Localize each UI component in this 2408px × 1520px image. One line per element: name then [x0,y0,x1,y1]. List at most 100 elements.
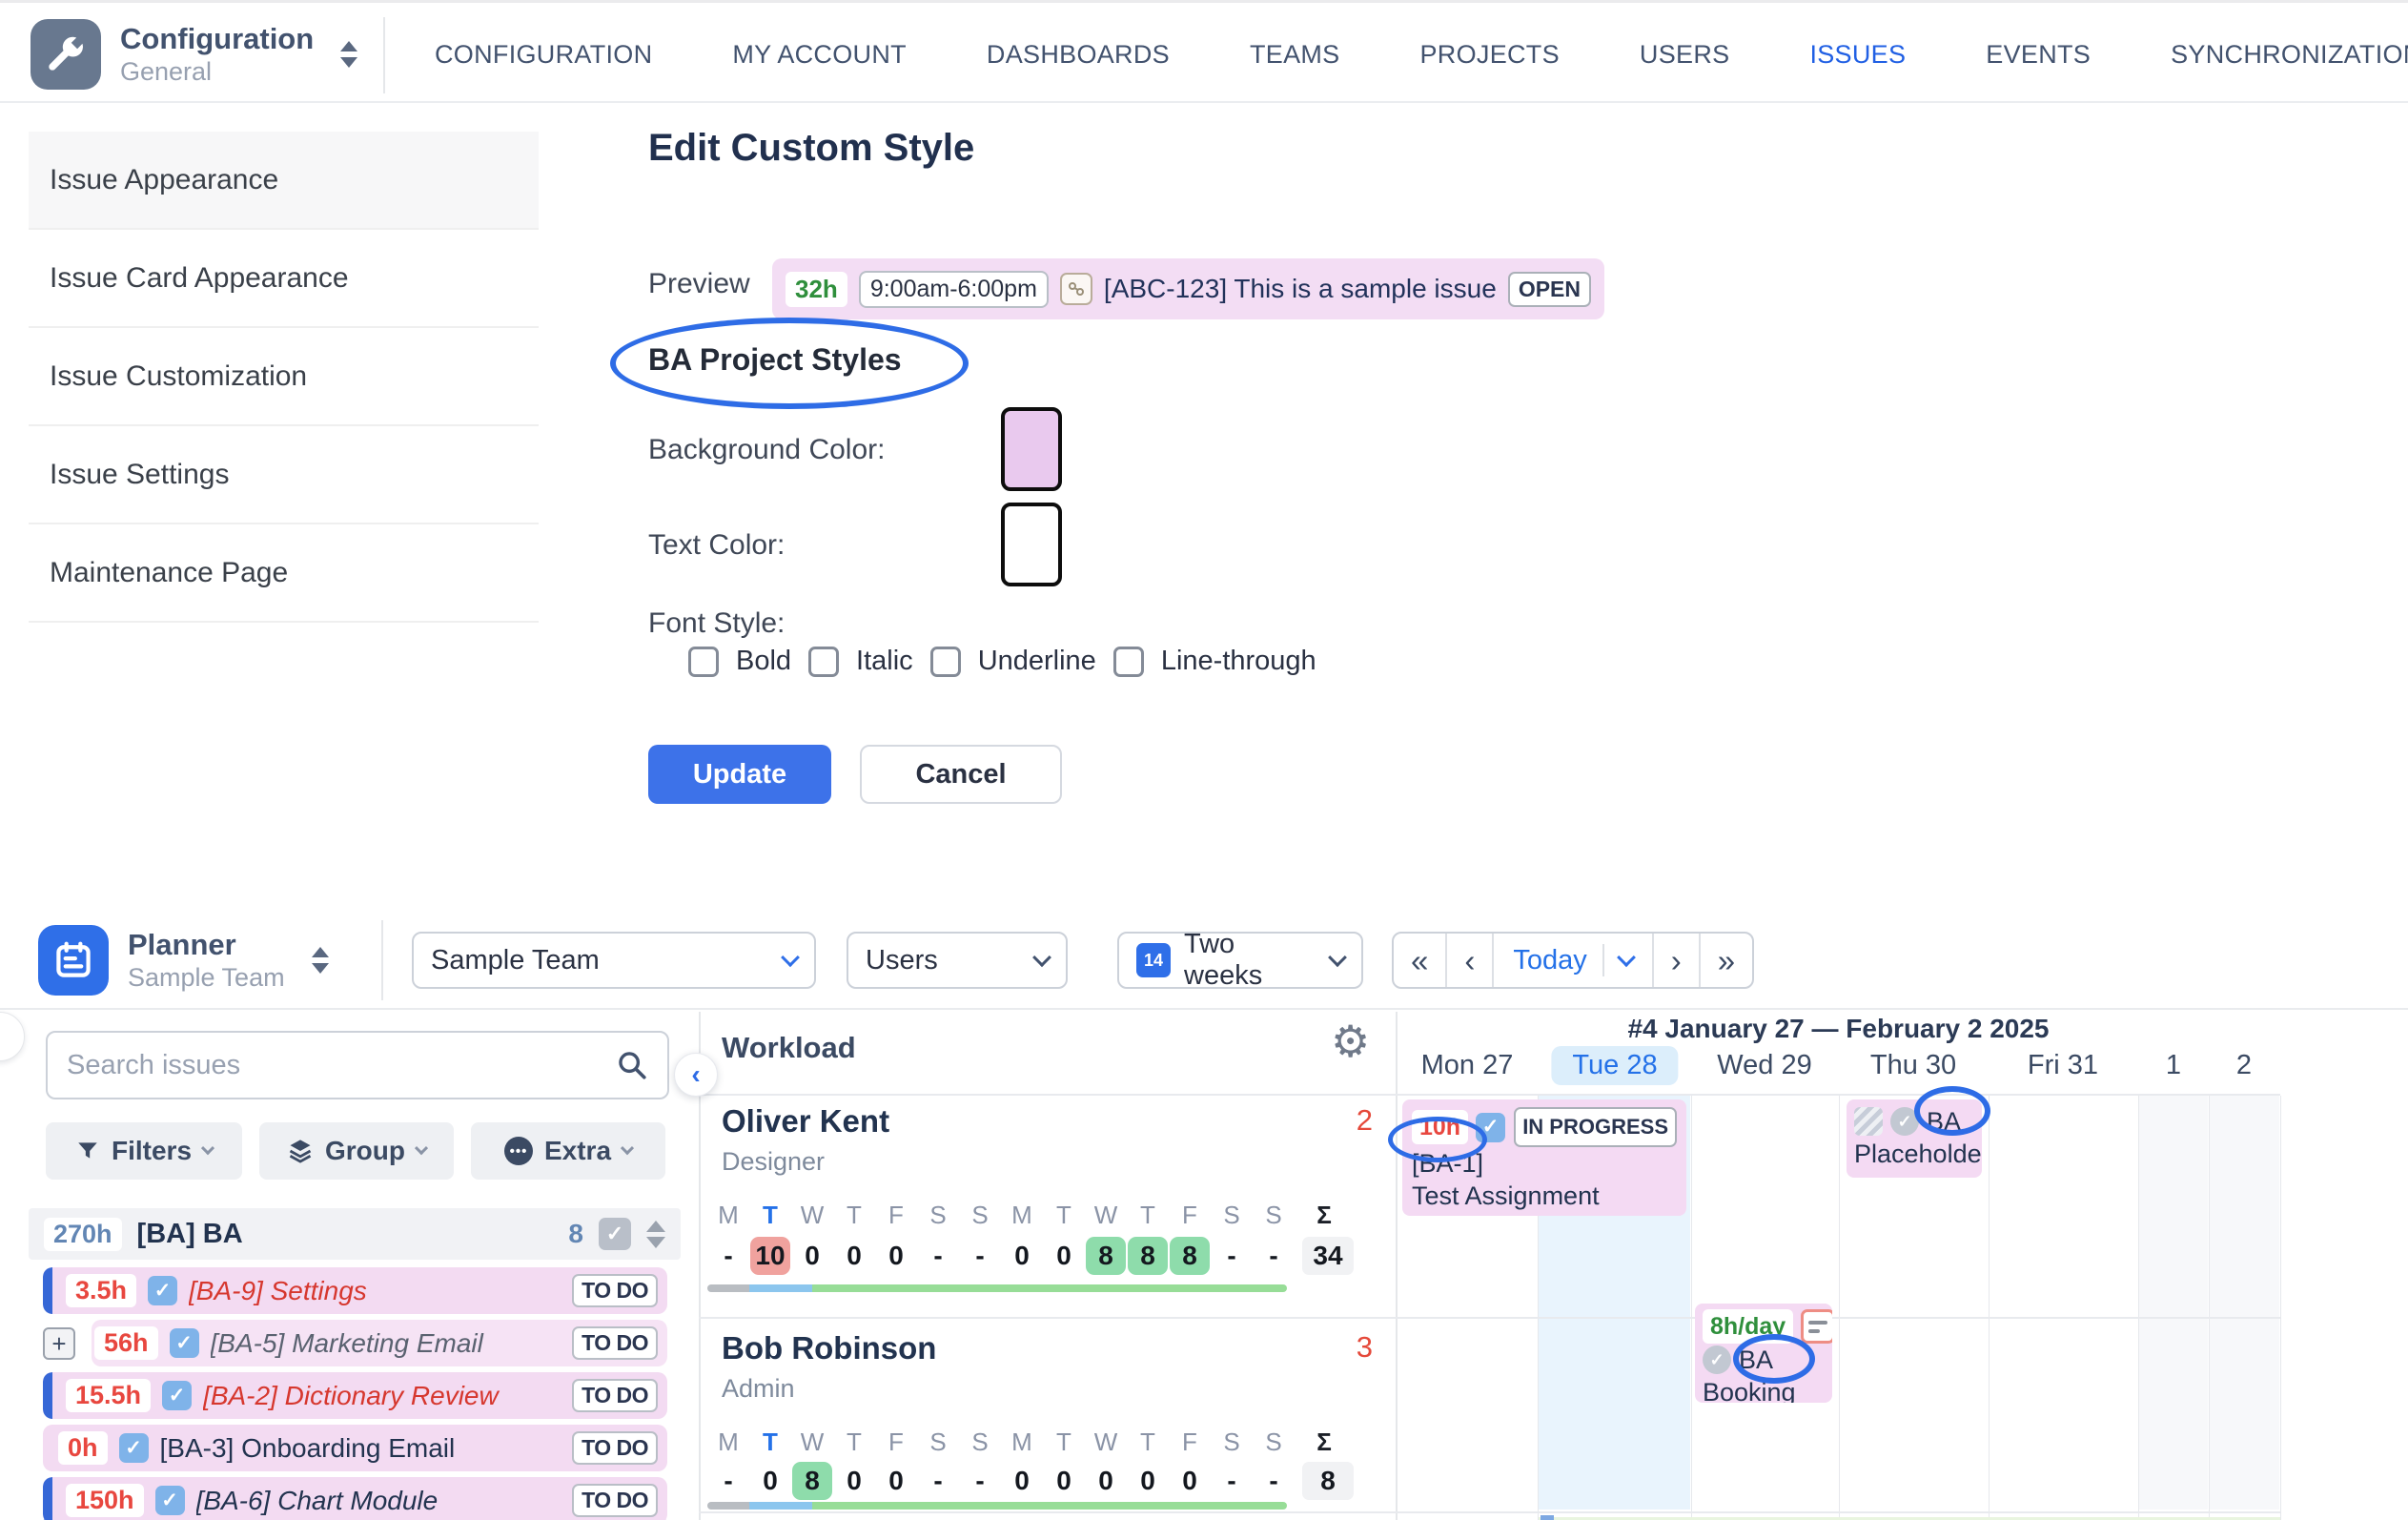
text-color-swatch[interactable] [1001,503,1062,586]
approved-badge-icon: ✓ [1703,1345,1731,1374]
underline-checkbox[interactable] [930,647,961,677]
line-through-checkbox[interactable] [1113,647,1144,677]
gridline [2280,1096,2281,1520]
update-button[interactable]: Update [648,745,831,804]
jump-far-back-button[interactable]: « [1394,934,1445,987]
issue-row-ba5[interactable]: + 56h ✓ [BA-5] Marketing Email TO DO [43,1320,667,1366]
nav-item-dashboards[interactable]: DASHBOARDS [987,40,1170,70]
search-input[interactable] [67,1050,616,1081]
planner-app-switcher[interactable]: Planner Sample Team [38,925,329,996]
filters-button[interactable]: Filters [46,1122,242,1180]
today-dropdown-chevron-icon[interactable] [1617,948,1636,967]
issue-row-ba2[interactable]: 15.5h ✓ [BA-2] Dictionary Review TO DO [43,1372,667,1419]
nav-item-configuration[interactable]: CONFIGURATION [435,40,652,70]
weekend-column [2210,1096,2279,1510]
issue-checkbox[interactable]: ✓ [119,1433,149,1463]
italic-checkbox[interactable] [808,647,839,677]
jump-forward-button[interactable]: › [1652,934,1699,987]
font-style-options: Bold Italic Underline Line-through [688,646,1316,677]
top-nav-bar: Configuration General CONFIGURATION MY A… [0,6,2408,103]
placeholder-hatch-icon [1854,1107,1883,1136]
font-option-line-through: Line-through [1113,646,1316,677]
project-group-row[interactable]: 270h [BA] BA 8 ✓ [29,1208,681,1260]
jump-far-forward-button[interactable]: » [1699,934,1752,987]
nav-item-my-account[interactable]: MY ACCOUNT [732,40,907,70]
issue-checkbox[interactable]: ✓ [155,1486,185,1515]
issue-row-ba6[interactable]: 150h ✓ [BA-6] Chart Module TO DO [43,1477,667,1520]
issue-hours-badge: 3.5h [66,1274,136,1307]
underline-label[interactable]: Underline [978,646,1096,677]
card-summary: Booking [1703,1376,1796,1403]
nav-item-issues[interactable]: ISSUES [1809,40,1906,70]
date-pager: « ‹ Today › » [1392,932,1754,989]
person-name[interactable]: Oliver Kent [722,1103,889,1140]
workload-title: Workload [722,1031,856,1065]
sidebar-item-issue-customization[interactable]: Issue Customization [29,328,539,426]
sidebar-item-issue-card-appearance[interactable]: Issue Card Appearance [29,230,539,328]
text-color-label[interactable]: Text Color: [648,529,785,562]
sidebar-item-maintenance-page[interactable]: Maintenance Page [29,524,539,623]
app-switcher[interactable]: Configuration General [31,19,357,90]
nav-item-events[interactable]: EVENTS [1986,40,2091,70]
gridline [2138,1096,2139,1520]
chevron-down-icon [621,1141,634,1155]
line-through-label[interactable]: Line-through [1161,646,1316,677]
timeline-card-placeholder[interactable]: ✓ BA Placeholder [1847,1099,1982,1178]
gear-icon[interactable]: ⚙ [1331,1019,1370,1063]
approved-badge-icon: ✓ [1890,1107,1919,1136]
person-name[interactable]: Bob Robinson [722,1330,936,1366]
app-switcher-chevrons-icon[interactable] [340,41,357,68]
panel-collapse-handle[interactable] [0,1012,25,1061]
nav-item-projects[interactable]: PROJECTS [1419,40,1559,70]
sidebar-item-issue-settings[interactable]: Issue Settings [29,426,539,524]
timeline-card-test-assignment[interactable]: 10h ✓ IN PROGRESS [BA-1] Test Assignment [1402,1099,1686,1216]
planner-title: Planner [128,928,285,962]
nav-item-users[interactable]: USERS [1640,40,1730,70]
day-header-fri[interactable]: Fri 31 [2028,1050,2098,1081]
view-mode-select[interactable]: Users [847,932,1068,989]
day-header-wed[interactable]: Wed 29 [1717,1050,1811,1081]
today-button[interactable]: Today [1513,945,1586,976]
app-subtitle: General [120,56,314,87]
bold-checkbox[interactable] [688,647,719,677]
extra-button[interactable]: ••• Extra [471,1122,665,1180]
issue-checkbox[interactable]: ✓ [148,1276,177,1305]
background-color-swatch[interactable] [1001,407,1062,491]
timeline-card-booking[interactable]: 8h/day ✓ BA Booking [1695,1304,1832,1403]
jump-back-button[interactable]: ‹ [1445,934,1492,987]
chevron-down-icon [781,948,800,967]
issue-row-ba3[interactable]: 0h ✓ [BA-3] Onboarding Email TO DO [43,1425,667,1471]
nav-item-synchronization[interactable]: SYNCHRONIZATION [2171,40,2408,70]
issue-title: [BA-5] Marketing Email [211,1328,561,1359]
card-checkbox[interactable]: ✓ [1476,1113,1505,1142]
divider [383,17,385,93]
nav-item-teams[interactable]: TEAMS [1250,40,1340,70]
scheduled-calendar-icon[interactable]: ✓ [599,1218,631,1250]
issue-checkbox[interactable]: ✓ [170,1328,199,1358]
team-select[interactable]: Sample Team [412,932,816,989]
day-header-mon[interactable]: Mon 27 [1421,1050,1514,1081]
booking-icon [1801,1309,1832,1344]
expand-button[interactable]: + [43,1327,75,1360]
sidebar-collapse-button[interactable]: ‹ [674,1053,718,1097]
issue-title: [BA-9] Settings [189,1276,561,1306]
group-button[interactable]: Group [259,1122,454,1180]
sort-icon[interactable] [646,1221,665,1248]
app-title: Configuration [120,22,314,56]
issue-title: [BA-2] Dictionary Review [203,1381,561,1411]
issue-row-ba9[interactable]: 3.5h ✓ [BA-9] Settings TO DO [43,1267,667,1314]
planner-switcher-chevrons-icon[interactable] [312,947,329,974]
day-header-sun[interactable]: 2 [2236,1050,2252,1081]
sidebar-item-issue-appearance[interactable]: Issue Appearance [29,132,539,230]
italic-label[interactable]: Italic [856,646,913,677]
bold-label[interactable]: Bold [736,646,791,677]
day-header-sat[interactable]: 1 [2166,1050,2181,1081]
day-header-thu[interactable]: Thu 30 [1870,1050,1956,1081]
row-divider [699,1317,2280,1319]
day-header-tue-today[interactable]: Tue 28 [1551,1046,1678,1085]
issue-hours-badge: 15.5h [66,1379,151,1412]
timespan-select[interactable]: 14 Two weeks [1117,932,1363,989]
issue-title: [BA-6] Chart Module [196,1486,561,1516]
cancel-button[interactable]: Cancel [860,745,1062,804]
issue-checkbox[interactable]: ✓ [162,1381,192,1410]
